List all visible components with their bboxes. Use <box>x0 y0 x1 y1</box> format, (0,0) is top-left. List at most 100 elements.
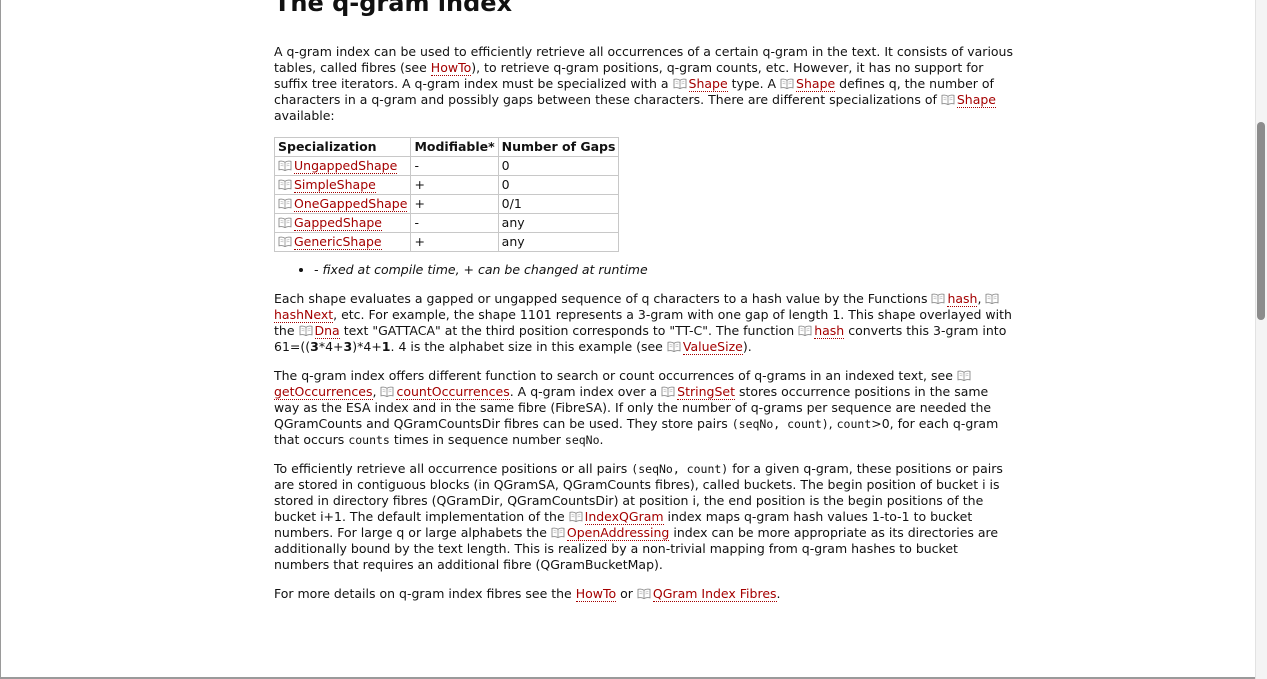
text: For more details on q-gram index fibres … <box>274 586 576 601</box>
text: The q-gram index offers different functi… <box>274 368 957 383</box>
book-icon <box>299 325 313 336</box>
specialization-table: Specialization Modifiable* Number of Gap… <box>273 137 620 252</box>
specialization-cell: SimpleShape <box>273 175 412 195</box>
column-header: Modifiable* <box>410 137 499 157</box>
code-snippet: (seqNo, count) <box>631 462 729 476</box>
text: *4+ <box>318 339 344 354</box>
book-icon <box>278 217 292 228</box>
howto-link[interactable]: HowTo <box>575 586 617 602</box>
bold-digit: 1 <box>381 339 391 354</box>
bold-digit: 3 <box>310 339 319 354</box>
book-icon <box>637 588 651 599</box>
details-paragraph: For more details on q-gram index fibres … <box>274 586 1014 602</box>
text: . A q-gram index over a <box>509 384 662 399</box>
book-icon <box>931 293 945 304</box>
getoccurrences-link[interactable]: getOccurrences <box>274 384 373 400</box>
text: . <box>599 432 604 447</box>
shape-link[interactable]: Shape <box>796 76 836 92</box>
article-content: The q-gram index A q-gram index can be u… <box>273 0 1014 615</box>
book-icon <box>661 386 675 397</box>
code-snippet: count <box>836 417 872 431</box>
modifiable-cell: + <box>410 175 499 195</box>
text: , <box>828 416 837 431</box>
book-icon <box>569 511 583 522</box>
gaps-cell: any <box>497 213 620 233</box>
text: text "GATTACA" at the third position cor… <box>339 323 799 338</box>
book-icon <box>380 386 394 397</box>
window-left-border <box>0 0 1 679</box>
book-icon <box>941 94 955 105</box>
book-icon <box>780 78 794 89</box>
shape-link[interactable]: Shape <box>956 92 997 108</box>
book-icon <box>551 527 565 538</box>
shape-link[interactable]: Shape <box>688 76 728 92</box>
book-icon <box>278 198 292 209</box>
book-icon <box>985 293 999 304</box>
specialization-link[interactable]: SimpleShape <box>294 177 376 193</box>
text: times in sequence number <box>389 432 565 447</box>
book-icon <box>798 325 812 336</box>
gaps-cell: 0/1 <box>497 194 620 214</box>
modifiable-cell: - <box>410 213 499 233</box>
hash-link[interactable]: hash <box>947 291 978 307</box>
modifiable-note: - fixed at compile time, + can be change… <box>314 262 1014 278</box>
code-snippet: seqNo <box>564 433 600 447</box>
page-title: The q-gram index <box>274 0 513 17</box>
howto-link[interactable]: HowTo <box>430 60 472 76</box>
table-header-row: Specialization Modifiable* Number of Gap… <box>273 137 620 157</box>
stringset-link[interactable]: StringSet <box>677 384 736 400</box>
text: available: <box>274 108 335 123</box>
hash-link[interactable]: hash <box>814 323 845 339</box>
column-header: Specialization <box>273 137 412 157</box>
text: or <box>616 586 637 601</box>
book-icon <box>667 341 681 352</box>
table-row: GenericShape + any <box>273 232 620 252</box>
table-row: OneGappedShape + 0/1 <box>273 194 620 214</box>
text: , <box>372 384 381 399</box>
hashnext-link[interactable]: hashNext <box>274 307 334 323</box>
specialization-cell: UngappedShape <box>273 156 412 176</box>
countoccurrences-link[interactable]: countOccurrences <box>396 384 510 400</box>
gaps-cell: 0 <box>497 156 620 176</box>
dna-link[interactable]: Dna <box>314 323 340 339</box>
modifiable-note-list: - fixed at compile time, + can be change… <box>274 262 1014 278</box>
indexqgram-link[interactable]: IndexQGram <box>584 509 664 525</box>
book-icon <box>278 160 292 171</box>
text: To efficiently retrieve all occurrence p… <box>274 461 632 476</box>
shape-hash-paragraph: Each shape evaluates a gapped or ungappe… <box>274 291 1014 355</box>
gaps-cell: any <box>497 232 620 252</box>
table-row: GappedShape - any <box>273 213 620 233</box>
bold-digit: 3 <box>343 339 353 354</box>
modifiable-cell: + <box>410 232 499 252</box>
column-header: Number of Gaps <box>497 137 620 157</box>
specialization-cell: GenericShape <box>273 232 412 252</box>
intro-paragraph: A q-gram index can be used to efficientl… <box>274 44 1014 124</box>
modifiable-cell: - <box>410 156 499 176</box>
book-icon <box>673 78 687 89</box>
specialization-link[interactable]: UngappedShape <box>294 158 398 174</box>
text: . 4 is the alphabet size in this example… <box>390 339 667 354</box>
specialization-link[interactable]: GenericShape <box>294 234 382 250</box>
specialization-link[interactable]: OneGappedShape <box>294 196 408 212</box>
book-icon <box>957 370 971 381</box>
table-row: SimpleShape + 0 <box>273 175 620 195</box>
text: , <box>977 291 986 306</box>
search-paragraph: The q-gram index offers different functi… <box>274 368 1014 448</box>
text: ). <box>742 339 752 354</box>
specialization-cell: GappedShape <box>273 213 412 233</box>
vertical-scrollbar[interactable] <box>1255 0 1267 679</box>
code-snippet: (seqNo, count) <box>731 417 829 431</box>
code-snippet: counts <box>348 433 390 447</box>
text: type. A <box>727 76 781 91</box>
scrollbar-thumb[interactable] <box>1257 122 1265 320</box>
qgram-index-fibres-link[interactable]: QGram Index Fibres <box>652 586 777 602</box>
book-icon <box>278 236 292 247</box>
valuesize-link[interactable]: ValueSize <box>682 339 743 355</box>
modifiable-cell: + <box>410 194 499 214</box>
specialization-link[interactable]: GappedShape <box>294 215 382 231</box>
text: )*4+ <box>352 339 382 354</box>
text: . <box>776 586 781 601</box>
text: Each shape evaluates a gapped or ungappe… <box>274 291 932 306</box>
openaddressing-link[interactable]: OpenAddressing <box>566 525 670 541</box>
table-row: UngappedShape - 0 <box>273 156 620 176</box>
